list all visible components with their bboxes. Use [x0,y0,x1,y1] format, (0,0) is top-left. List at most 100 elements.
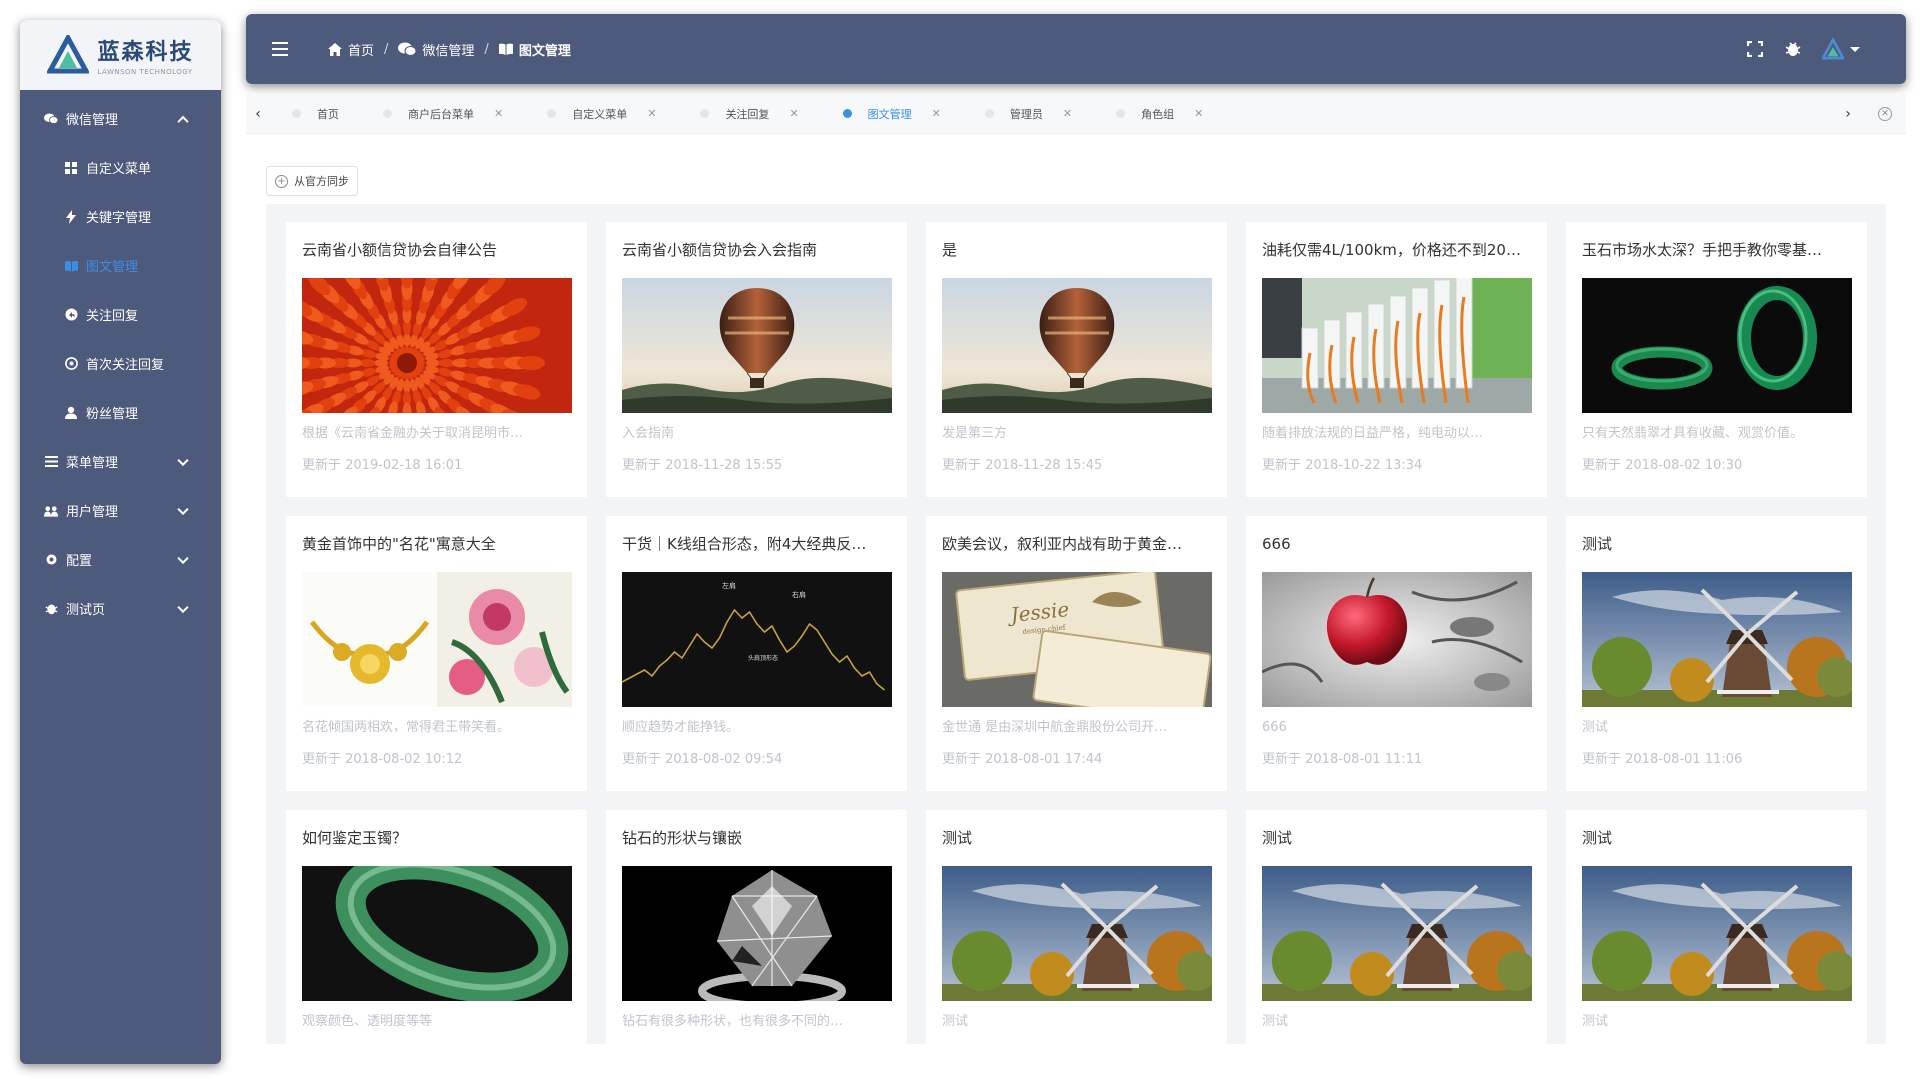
svg-text:头肩顶形态: 头肩顶形态 [748,654,778,662]
wechat-icon [398,42,417,56]
tab-scroll-right-icon[interactable]: › [1836,106,1860,122]
chevron-down-icon [177,552,189,564]
article-updated-time: 更新于 2018-10-22 13:34 [1262,458,1423,473]
sync-from-official-button[interactable]: + 从官方同步 [266,166,358,196]
breadcrumb-current: 图文管理 [498,40,571,59]
tab-status-dot [547,109,557,118]
breadcrumb-label: 图文管理 [518,43,571,59]
article-card[interactable]: 云南省小额信贷协会入会指南 入会指南 更新于 2018-11-28 15:55 [606,222,907,497]
article-summary: 666 [1262,720,1287,735]
logo[interactable]: 蓝森科技 LAWNSON TECHNOLOGY [20,20,221,90]
article-card[interactable]: 测试 测试 [1566,810,1867,1044]
svg-text:左肩: 左肩 [722,581,736,590]
article-card[interactable]: 欧美会议，叙利亚内战有助于黄金… Jessie design chief 金世通 是由… [926,516,1227,791]
article-summary: 测试 [1262,1014,1289,1029]
close-all-tabs-icon[interactable]: ✕ [1878,106,1892,121]
article-summary: 金世通 是由深圳中航金鼎股份公司开… [942,720,1168,735]
bug-icon[interactable] [1784,40,1802,58]
article-summary: 随着排放法规的日益严格，纯电动以… [1262,426,1484,441]
menu-toggle-icon[interactable] [272,42,288,56]
sidebar-item-0[interactable]: 微信管理 [20,94,221,143]
breadcrumb-wechat[interactable]: 微信管理 [398,40,474,59]
article-card[interactable]: 是发是第三方 更新于 2018-11-28 15:45 [926,222,1227,497]
sidebar-item-label: 自定义菜单 [86,162,152,177]
close-icon[interactable]: ✕ [1063,107,1072,120]
sidebar-item-label: 粉丝管理 [86,407,139,422]
article-updated-time: 更新于 2018-08-01 11:06 [1582,752,1743,767]
sidebar-item-5[interactable]: 首次关注回复 [20,339,221,388]
sidebar-item-label: 图文管理 [86,260,139,275]
article-summary: 名花倾国两相欢，常得君王带笑看。 [302,720,511,735]
sidebar-item-label: 首次关注回复 [86,358,165,373]
article-card[interactable]: 油耗仅需4L/100km，价格还不到20… 随着排放法规的日益严格，纯电动以… 更新… [1246,222,1547,497]
breadcrumb-home[interactable]: 首页 [328,40,374,59]
settings-icon [44,553,58,567]
tab-2[interactable]: 自定义菜单 ✕ [525,94,678,133]
breadcrumb: 首页 / 微信管理 / 图文管理 [328,40,571,59]
reply-icon [64,308,78,322]
article-card[interactable]: 干货｜K线组合形态，附4大经典反… 左肩 右肩 头肩顶形态 顺应趋势才能挣钱。 更新于 2… [606,516,907,791]
sidebar-item-7[interactable]: 菜单管理 [20,437,221,486]
chevron-down-icon [177,601,189,613]
sidebar-item-4[interactable]: 关注回复 [20,290,221,339]
tab-scroll-left-icon[interactable]: ‹ [246,106,270,122]
article-summary: 测试 [1582,720,1609,735]
article-card[interactable]: 测试 测试 更新于 2018-08-01 11:06 [1566,516,1867,791]
article-card[interactable]: 测试 测试 [1246,810,1547,1044]
close-icon[interactable]: ✕ [1194,107,1203,120]
book-icon [64,259,78,273]
close-icon[interactable]: ✕ [789,107,798,120]
menu-icon [44,455,58,469]
tab-label: 角色组 [1141,107,1175,121]
sidebar-item-2[interactable]: 关键字管理 [20,192,221,241]
sidebar-item-6[interactable]: 粉丝管理 [20,388,221,437]
tab-label: 首页 [317,107,339,121]
breadcrumb-label: 首页 [348,43,375,59]
tab-3[interactable]: 关注回复 ✕ [678,94,820,133]
grid-icon [64,161,78,175]
close-icon[interactable]: ✕ [932,107,941,120]
article-summary: 只有天然翡翠才具有收藏、观赏价值。 [1582,426,1804,441]
tab-5[interactable]: 管理员 ✕ [963,94,1094,133]
sidebar-item-3[interactable]: 图文管理 [20,241,221,290]
sidebar-nav: 微信管理自定义菜单关键字管理图文管理关注回复首次关注回复 粉丝管理菜单管理 用户管理… [20,90,221,633]
tab-1[interactable]: 商户后台菜单 ✕ [361,94,525,133]
sidebar-item-10[interactable]: 测试页 [20,584,221,633]
article-card[interactable]: 云南省小额信贷协会自律公告 根据《云南省金融办关于取消昆明市… 更新于 2019-0… [286,222,587,497]
tab-4[interactable]: 图文管理 ✕ [821,94,963,133]
article-title: 干货｜K线组合形态，附4大经典反… [622,535,867,553]
article-cover-image [942,278,1212,413]
article-summary: 测试 [942,1014,969,1029]
svg-text:右肩: 右肩 [792,590,806,599]
article-summary: 钻石有很多种形状，也有很多不同的… [622,1014,844,1029]
sync-button-label: 从官方同步 [294,175,349,188]
close-icon[interactable]: ✕ [494,107,503,120]
tab-status-dot [700,109,710,118]
book-icon [498,43,513,55]
sidebar-item-8[interactable]: 用户管理 [20,486,221,535]
user-avatar-dropdown[interactable] [1822,37,1860,60]
sidebar-item-label: 关键字管理 [86,211,152,226]
article-title: 云南省小额信贷协会入会指南 [622,241,818,259]
sidebar-item-9[interactable]: 配置 [20,535,221,584]
article-updated-time: 更新于 2018-08-02 09:54 [622,752,783,767]
avatar [1822,37,1844,60]
article-title: 是 [942,241,958,259]
article-card[interactable]: 666 666 更新于 2018-08-01 11:11 [1246,516,1547,791]
fullscreen-icon[interactable] [1746,40,1764,58]
tab-bar: ‹ 首页 商户后台菜单 ✕ 自定义菜单 ✕ 关注回复 ✕ 图文管理 ✕ 管理员 ✕ 角色组 ✕ › ✕ [246,94,1906,134]
sidebar-item-1[interactable]: 自定义菜单 [20,143,221,192]
article-updated-time: 更新于 2019-02-18 16:01 [302,458,463,473]
article-card[interactable]: 玉石市场水太深？手把手教你零基… 只有天然翡翠才具有收藏、观赏价值。 更新于 201… [1566,222,1867,497]
article-cover-image [622,278,892,413]
close-icon[interactable]: ✕ [647,107,656,120]
article-card[interactable]: 黄金首饰中的"名花"寓意大全 名花倾国两相欢，常得君王带笑看。 更新于 2018-0… [286,516,587,791]
article-card[interactable]: 测试 测试 [926,810,1227,1044]
article-card[interactable]: 如何鉴定玉镯？ 观察颜色、透明度等等 [286,810,587,1044]
tab-0[interactable]: 首页 [270,94,361,133]
tab-label: 自定义菜单 [572,107,628,121]
tab-label: 管理员 [1009,107,1043,121]
article-card[interactable]: 钻石的形状与镶嵌 钻石有很多种形状，也有很多不同的… [606,810,907,1044]
breadcrumb-separator: / [384,41,389,57]
tab-6[interactable]: 角色组 ✕ [1094,94,1225,133]
